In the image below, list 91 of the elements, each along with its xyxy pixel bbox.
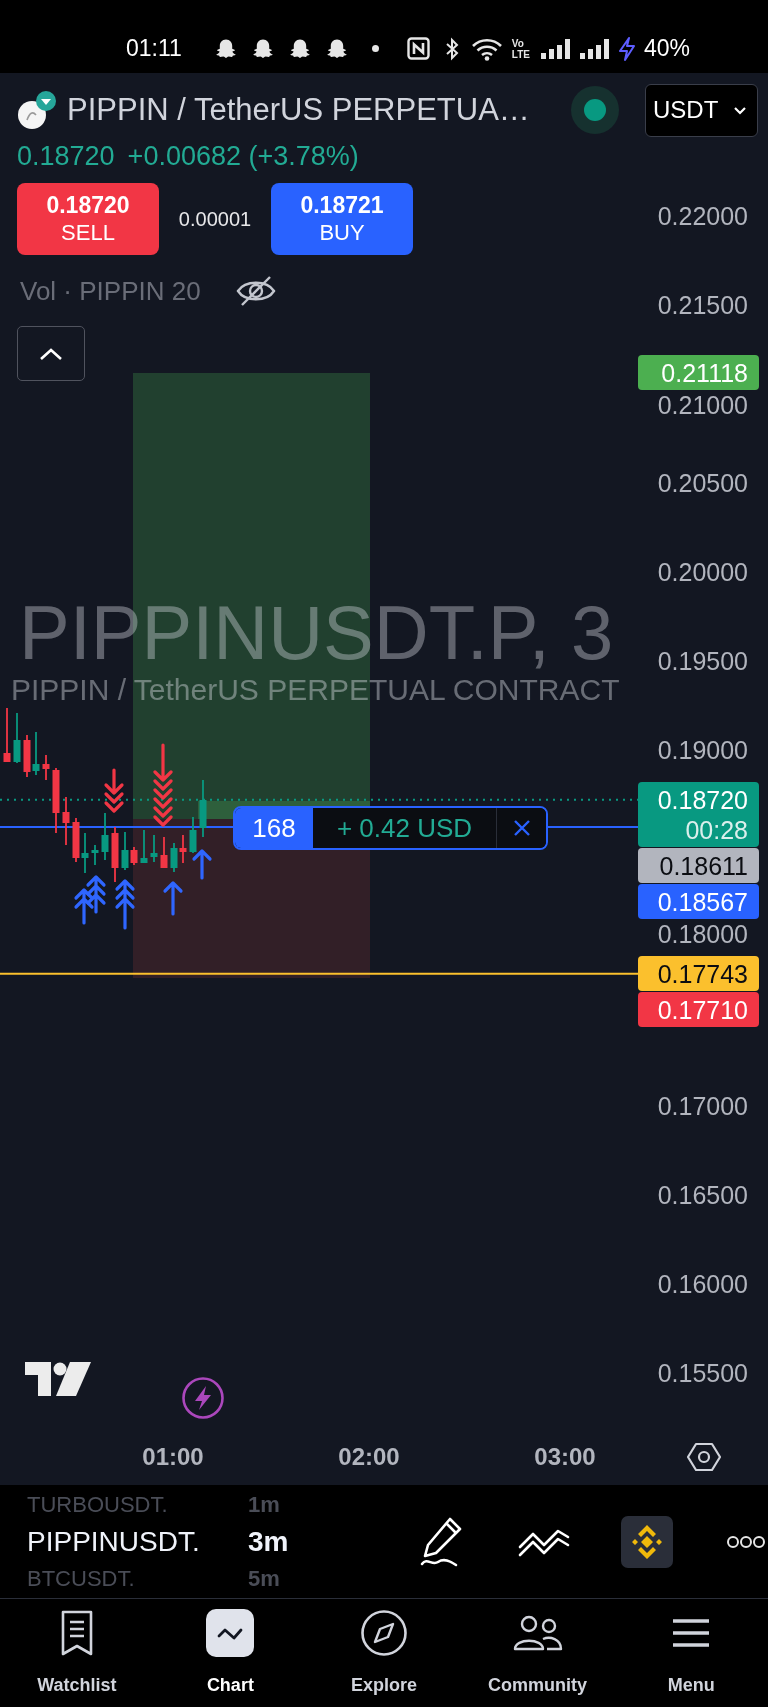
price-axis-label: 0.15500 (657, 1359, 748, 1387)
candle (3, 707, 11, 763)
people-icon (511, 1615, 564, 1651)
candle (199, 779, 207, 838)
down-arrow-icon (104, 768, 124, 813)
candle (91, 844, 99, 866)
up-arrow-icon (163, 881, 183, 916)
time-axis-label: 03:00 (533, 1443, 597, 1471)
price-axis-label: 0.21500 (657, 291, 748, 319)
ghost-icon (214, 37, 237, 60)
candle (111, 826, 119, 883)
candle (62, 796, 70, 846)
status-time: 01:11 (126, 35, 182, 62)
ghost-icon (325, 37, 348, 60)
charging-icon (618, 36, 636, 61)
dot-icon (371, 45, 379, 52)
nfc-icon (406, 37, 430, 60)
buy-button[interactable]: 0.18721 BUY (271, 183, 413, 255)
bluetooth-icon (444, 36, 459, 61)
signal-icon (580, 38, 609, 59)
down-arrow-icon (153, 743, 173, 827)
tag-price: 0.21118 (661, 358, 748, 388)
tag-price: 0.17743 (657, 958, 748, 989)
price-axis-label: 0.19500 (657, 647, 748, 675)
signal-icon (541, 38, 570, 59)
nav-tab[interactable]: Community (460, 1599, 615, 1707)
up-arrow-icon (115, 879, 135, 930)
price-axis-label: 0.22000 (657, 202, 748, 230)
candle (42, 754, 50, 781)
caret-icon (733, 105, 747, 115)
position-quantity[interactable]: 168 (235, 808, 313, 848)
diamond-logo-icon[interactable] (621, 1515, 673, 1568)
price-axis-label: 0.17000 (657, 1092, 748, 1120)
candle (13, 712, 21, 764)
price-axis-label: 0.16000 (657, 1270, 748, 1298)
eye-slash-icon[interactable] (234, 274, 277, 308)
compass-icon (360, 1609, 408, 1657)
collapse-button[interactable] (17, 326, 85, 381)
more-icon[interactable] (727, 1534, 765, 1549)
chart-logo (25, 1362, 91, 1396)
ghost-icon (288, 37, 311, 60)
spread-value: 0.00001 (177, 207, 253, 231)
nav-tab[interactable]: Explore (307, 1599, 461, 1707)
up-arrow-icon (86, 875, 106, 914)
price-axis-label: 0.21000 (657, 391, 748, 420)
battery-percent: 40% (644, 35, 691, 62)
candle (101, 812, 109, 861)
menu-icon (671, 1618, 712, 1648)
settings-icon[interactable] (687, 1442, 721, 1472)
candle (189, 816, 197, 854)
price-axis-label: 0.18000 (657, 920, 748, 949)
nav-tab[interactable]: Chart (153, 1599, 308, 1707)
price-change: +0.00682 (+3.78%) (127, 140, 359, 172)
wifi-icon (470, 36, 503, 61)
bar-countdown: 00:28 (685, 814, 748, 845)
price-axis-label: 0.16500 (657, 1181, 748, 1209)
tag-price: 0.18720 (657, 784, 748, 815)
ghost-icon (251, 37, 274, 60)
document-icon (59, 1610, 94, 1656)
tag-price: 0.18567 (657, 886, 748, 917)
network-type-label: Vo LTE (511, 37, 530, 60)
tag-price: 0.17710 (657, 994, 748, 1025)
tag-price: 0.18611 (659, 850, 748, 881)
candle (140, 829, 148, 864)
last-price: 0.18720 (17, 140, 115, 172)
close-button[interactable] (496, 808, 546, 848)
pencil-icon[interactable] (419, 1515, 463, 1568)
up-arrow-icon (74, 888, 94, 925)
candle (160, 836, 168, 869)
currency-dropdown[interactable]: USDT (645, 83, 758, 137)
symbol-option[interactable]: PIPPINUSDT. 3m (27, 1519, 298, 1564)
chart-icon (206, 1609, 255, 1657)
candle (150, 834, 158, 863)
time-axis-label: 01:00 (141, 1443, 205, 1471)
coin-icon (17, 90, 57, 130)
up-arrow-icon (192, 849, 212, 880)
position-pnl: + 0.42 USD (335, 811, 474, 845)
price-axis-label: 0.20500 (657, 469, 748, 497)
description-watermark: PIPPIN / TetherUS PERPETUAL CONTRACT (11, 674, 620, 706)
close-icon (512, 819, 531, 837)
symbol-title[interactable]: PIPPIN / TetherUS PERPETUA… (67, 92, 530, 128)
price-axis-label: 0.19000 (657, 736, 748, 764)
sell-button[interactable]: 0.18720 SELL (17, 183, 159, 255)
price-axis-label: 0.20000 (657, 558, 748, 586)
symbol-watermark: PIPPINUSDT.P, 3 (19, 594, 614, 672)
nav-tab[interactable]: Menu (614, 1599, 768, 1707)
candle (52, 767, 60, 834)
time-axis-label: 02:00 (337, 1443, 401, 1471)
lightning-icon[interactable] (182, 1377, 224, 1419)
nav-tab[interactable]: Watchlist (0, 1599, 154, 1707)
chevron-up-icon (39, 346, 63, 361)
